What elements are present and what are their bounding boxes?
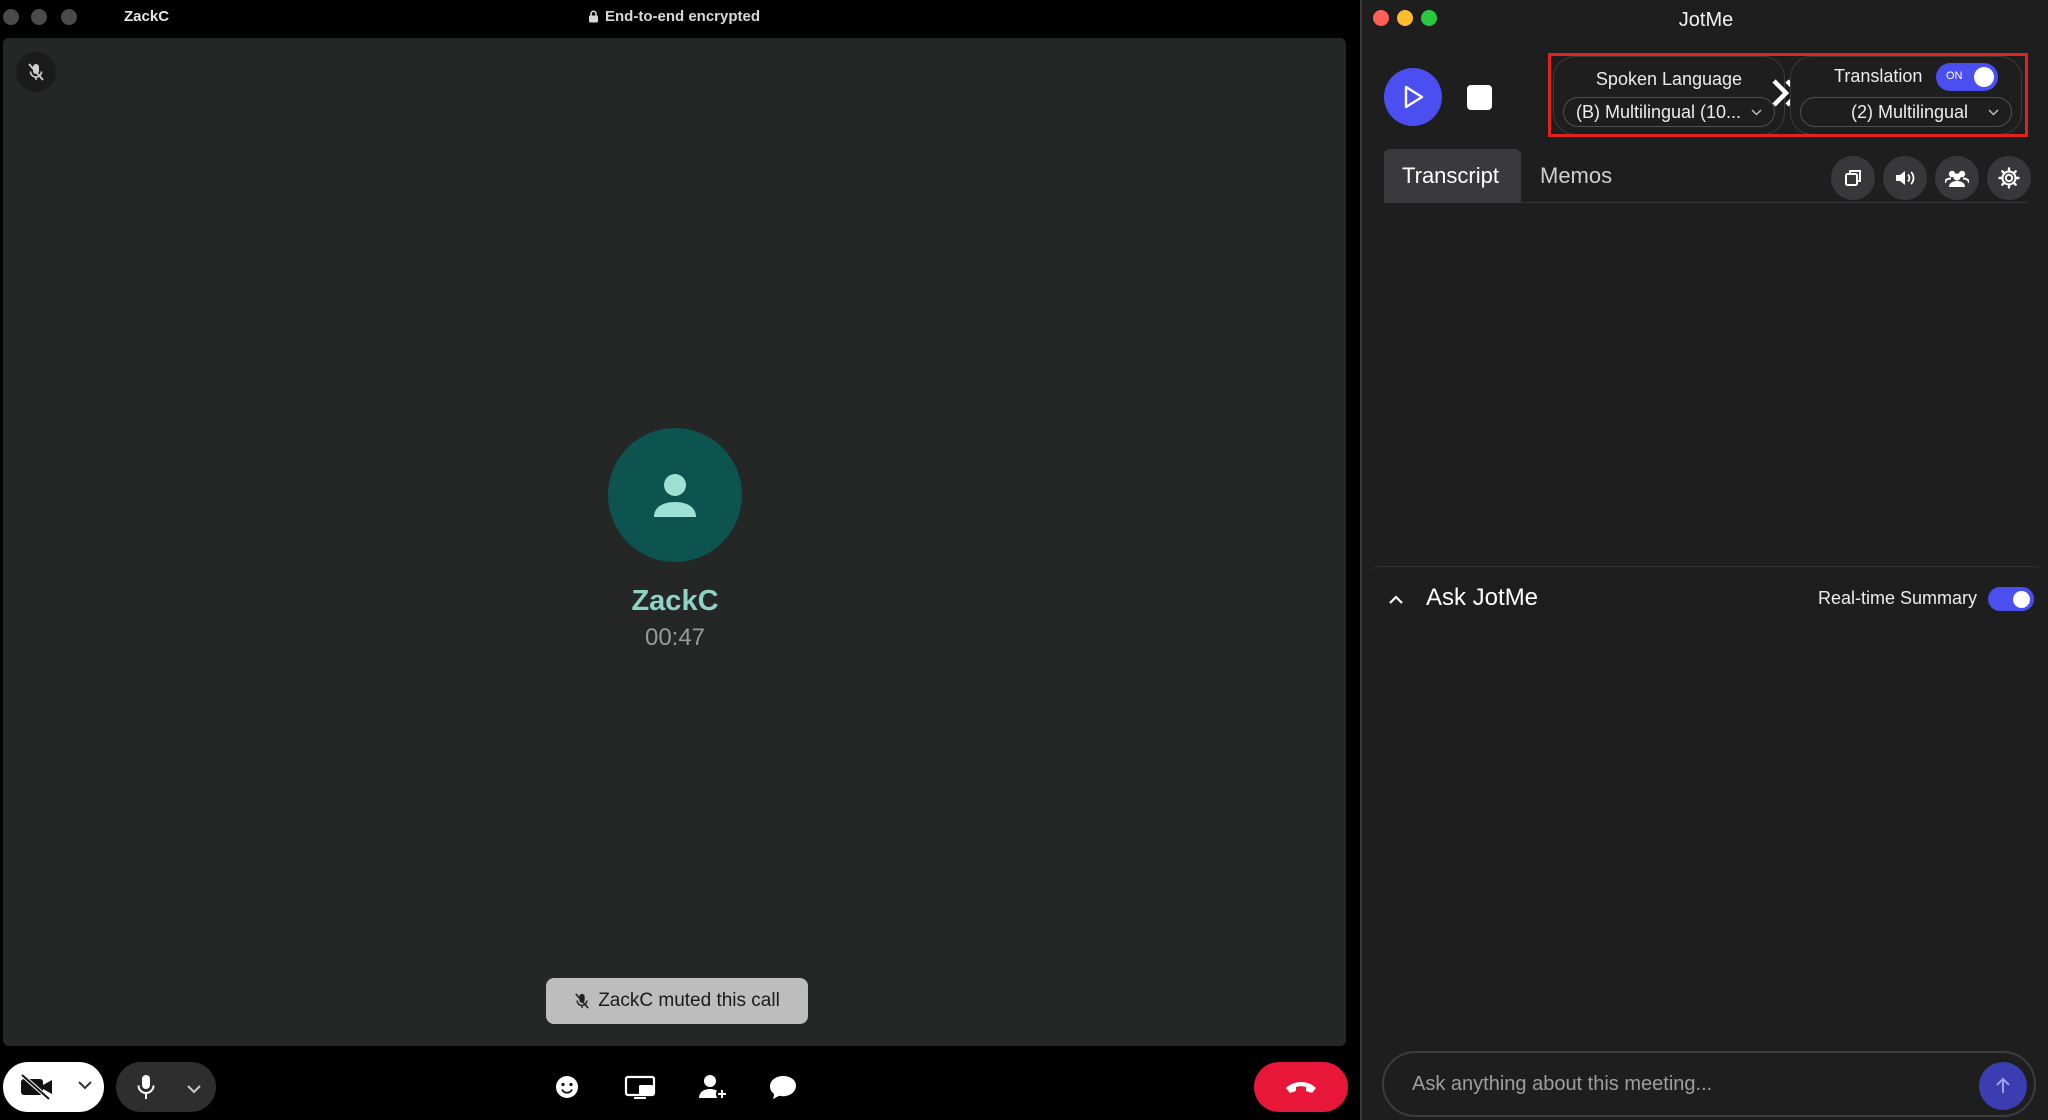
arrow-up-icon (1996, 1077, 2010, 1093)
video-off-button[interactable] (19, 1073, 55, 1105)
panel-tabs: Transcript Memos (1384, 149, 2028, 203)
mic-options-chevron[interactable] (186, 1081, 202, 1099)
emoji-icon (556, 1076, 578, 1098)
call-duration: 00:47 (644, 624, 706, 651)
video-options-chevron[interactable] (77, 1077, 93, 1093)
mic-off-icon (575, 993, 590, 1009)
minimize-window-button[interactable] (31, 9, 47, 25)
copy-window-icon (1845, 170, 1861, 186)
ask-jotme-title: Ask JotMe (1426, 584, 1539, 611)
group-icon (1945, 170, 1969, 187)
add-person-icon (699, 1075, 728, 1100)
start-recording-button[interactable] (1384, 68, 1442, 126)
play-icon (1404, 85, 1424, 109)
settings-button[interactable] (1987, 156, 2031, 200)
fullscreen-window-button[interactable] (61, 9, 77, 25)
add-participant-button[interactable] (697, 1070, 731, 1104)
app-title: JotMe (1678, 9, 1734, 31)
chevron-down-icon (78, 1081, 92, 1090)
video-toggle-group (3, 1062, 104, 1112)
hang-up-icon (1286, 1082, 1316, 1093)
participants-button[interactable] (1935, 156, 1979, 200)
realtime-summary-toggle[interactable] (1988, 587, 2034, 611)
ask-jotme-panel: Ask JotMe Real-time Summary (1366, 566, 2046, 1120)
mic-button[interactable] (136, 1073, 156, 1106)
stop-recording-button[interactable] (1467, 85, 1492, 110)
mic-toggle-group (116, 1062, 216, 1112)
call-window-title: ZackC (124, 8, 170, 25)
muted-toast: ZackC muted this call (546, 978, 808, 1024)
muted-toast-text: ZackC muted this call (598, 990, 780, 1011)
contact-name: ZackC (631, 585, 719, 617)
emoji-button[interactable] (550, 1070, 584, 1104)
person-icon (654, 474, 696, 517)
chat-button[interactable] (766, 1070, 800, 1104)
speaker-icon (1896, 171, 1915, 185)
tab-memos[interactable]: Memos (1522, 149, 1630, 203)
end-call-button[interactable] (1254, 1062, 1348, 1112)
audio-button[interactable] (1883, 156, 1927, 200)
call-window: ZackC End-to-end encrypted ZackC 00:47 Z… (0, 0, 1357, 1120)
screen: ZackC End-to-end encrypted ZackC 00:47 Z… (0, 0, 2048, 1120)
collapse-panel-button[interactable] (1388, 589, 1404, 610)
ask-input[interactable] (1382, 1051, 2036, 1117)
mic-icon (137, 1075, 155, 1099)
lock-icon (589, 10, 598, 23)
chevron-up-icon (1389, 595, 1403, 604)
jotme-window: JotMe Spoken Language (B) Multilingual (… (1360, 0, 2048, 1120)
encryption-label: End-to-end encrypted (605, 8, 761, 25)
screen-share-icon (624, 1075, 656, 1099)
chevron-down-icon (187, 1085, 201, 1094)
muted-indicator (16, 52, 56, 92)
tab-transcript[interactable]: Transcript (1384, 149, 1521, 203)
mic-off-icon (28, 63, 44, 81)
realtime-summary-label: Real-time Summary (1818, 588, 1978, 608)
jotme-titlebar: JotMe (1362, 0, 2048, 38)
call-stage: ZackC 00:47 ZackC muted this call (3, 38, 1346, 1046)
screen-share-button[interactable] (624, 1070, 658, 1104)
language-highlight-box (1548, 53, 2028, 137)
chat-icon (770, 1076, 796, 1099)
gear-icon (1998, 167, 2020, 189)
video-off-icon (20, 1073, 52, 1101)
close-window-button[interactable] (3, 9, 19, 25)
call-controls (0, 1050, 1357, 1120)
toggle-knob (2013, 590, 2030, 608)
contact-avatar (608, 428, 742, 562)
pop-out-button[interactable] (1831, 156, 1875, 200)
call-titlebar: ZackC End-to-end encrypted (0, 0, 1357, 34)
encryption-status: End-to-end encrypted (588, 8, 760, 25)
send-button[interactable] (1979, 1062, 2027, 1110)
